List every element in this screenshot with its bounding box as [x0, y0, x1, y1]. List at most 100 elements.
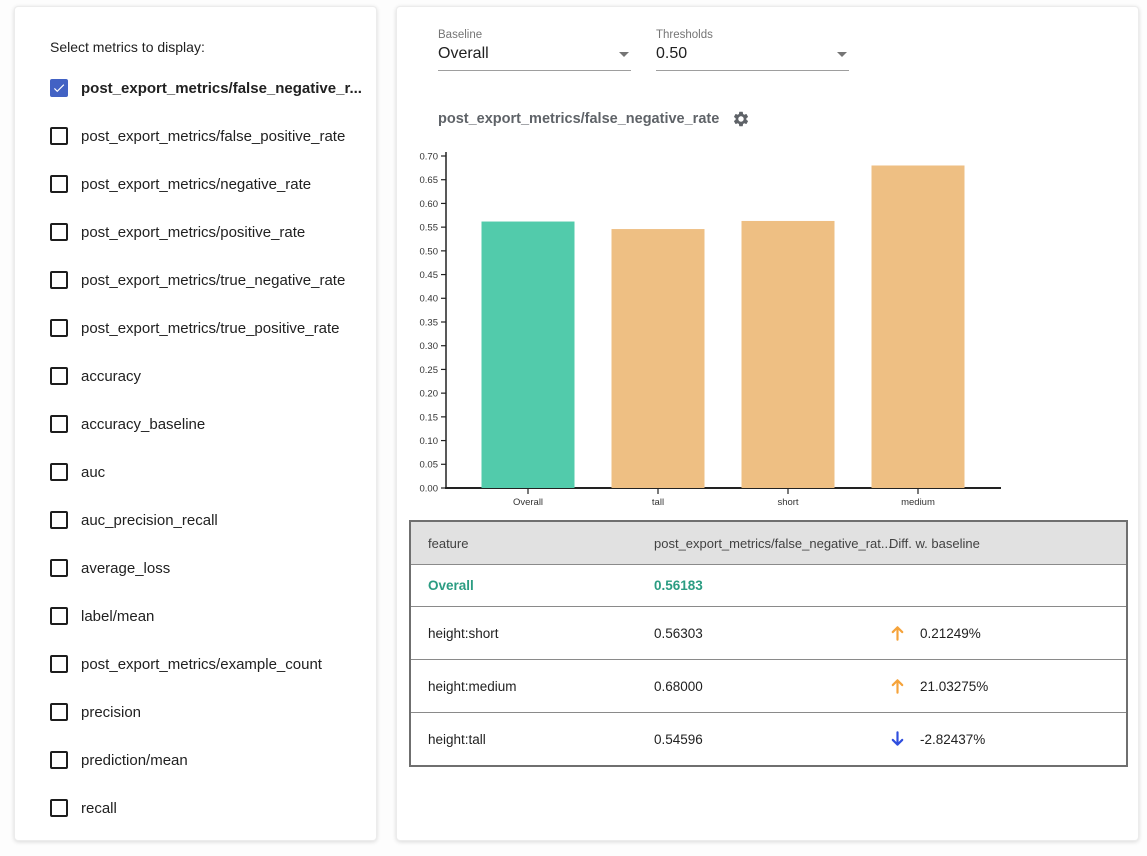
svg-text:0.60: 0.60: [420, 199, 439, 210]
chevron-down-icon: [619, 52, 629, 57]
metric-label: post_export_metrics/positive_rate: [81, 224, 305, 241]
feature-cell: height:medium: [411, 679, 654, 694]
svg-text:0.15: 0.15: [420, 412, 439, 423]
checkbox-unchecked-icon[interactable]: [50, 655, 68, 673]
diff-cell: 0.21249%: [889, 623, 1126, 643]
baseline-label: Baseline: [438, 29, 631, 41]
diff-value: 0.21249%: [920, 626, 981, 641]
svg-text:0.55: 0.55: [420, 223, 439, 234]
arrow-up-icon: [889, 676, 913, 696]
metric-value-cell: 0.56183: [654, 578, 889, 593]
svg-text:0.00: 0.00: [420, 483, 439, 494]
checkbox-unchecked-icon[interactable]: [50, 559, 68, 577]
table-row[interactable]: height:short0.563030.21249%: [411, 606, 1126, 659]
metric-label: recall: [81, 800, 117, 817]
metric-list: post_export_metrics/false_negative_r...p…: [50, 64, 366, 832]
checkbox-unchecked-icon[interactable]: [50, 463, 68, 481]
checkbox-unchecked-icon[interactable]: [50, 127, 68, 145]
metric-checkbox-item[interactable]: post_export_metrics/true_positive_rate: [50, 304, 366, 352]
checkbox-unchecked-icon[interactable]: [50, 511, 68, 529]
svg-text:0.05: 0.05: [420, 460, 439, 471]
bar-short[interactable]: [742, 221, 835, 488]
diff-value: 21.03275%: [920, 679, 988, 694]
fairness-results-panel: Baseline Overall Thresholds 0.50 post_ex…: [396, 6, 1139, 841]
baseline-dropdown[interactable]: Baseline Overall: [438, 29, 631, 71]
metric-checkbox-item[interactable]: label/mean: [50, 592, 366, 640]
metric-value-cell: 0.54596: [654, 732, 889, 747]
metric-checkbox-item[interactable]: post_export_metrics/negative_rate: [50, 160, 366, 208]
metric-checkbox-item[interactable]: prediction/mean: [50, 736, 366, 784]
table-row[interactable]: height:tall0.54596 -2.82437%: [411, 712, 1126, 765]
diff-cell: -2.82437%: [889, 729, 1126, 749]
metric-checkbox-item[interactable]: accuracy_baseline: [50, 400, 366, 448]
chevron-down-icon: [837, 52, 847, 57]
table-header-cell: post_export_metrics/false_negative_rat..…: [654, 536, 889, 551]
checkbox-unchecked-icon[interactable]: [50, 751, 68, 769]
metric-checkbox-item[interactable]: post_export_metrics/positive_rate: [50, 208, 366, 256]
checkbox-checked-icon[interactable]: [50, 79, 68, 97]
svg-text:0.45: 0.45: [420, 270, 439, 281]
metric-checkbox-item[interactable]: post_export_metrics/false_positive_rate: [50, 112, 366, 160]
svg-text:tall: tall: [652, 497, 664, 508]
svg-text:short: short: [777, 497, 798, 508]
metric-label: prediction/mean: [81, 752, 188, 769]
checkbox-unchecked-icon[interactable]: [50, 607, 68, 625]
metric-label: average_loss: [81, 560, 170, 577]
metric-checkbox-item[interactable]: post_export_metrics/example_count: [50, 640, 366, 688]
checkbox-unchecked-icon[interactable]: [50, 415, 68, 433]
table-header-row: featurepost_export_metrics/false_negativ…: [411, 522, 1126, 564]
checkbox-unchecked-icon[interactable]: [50, 367, 68, 385]
checkbox-unchecked-icon[interactable]: [50, 175, 68, 193]
checkbox-unchecked-icon[interactable]: [50, 271, 68, 289]
feature-cell: Overall: [411, 578, 654, 593]
svg-text:0.65: 0.65: [420, 175, 439, 186]
metric-label: post_export_metrics/example_count: [81, 656, 322, 673]
metric-checkbox-item[interactable]: auc: [50, 448, 366, 496]
metric-value-cell: 0.56303: [654, 626, 889, 641]
svg-text:0.20: 0.20: [420, 389, 439, 400]
bar-Overall[interactable]: [482, 222, 575, 488]
metric-label: accuracy: [81, 368, 141, 385]
thresholds-dropdown[interactable]: Thresholds 0.50: [656, 29, 849, 71]
metric-checkbox-item[interactable]: post_export_metrics/true_negative_rate: [50, 256, 366, 304]
metric-checkbox-item[interactable]: accuracy: [50, 352, 366, 400]
arrow-up-icon: [889, 623, 913, 643]
svg-text:0.70: 0.70: [420, 151, 439, 162]
bar-chart: 0.000.050.100.150.200.250.300.350.400.45…: [405, 149, 1105, 517]
svg-text:0.50: 0.50: [420, 246, 439, 257]
metric-select-panel: Select metrics to display: post_export_m…: [14, 6, 377, 841]
svg-text:0.10: 0.10: [420, 436, 439, 447]
metric-checkbox-item[interactable]: auc_precision_recall: [50, 496, 366, 544]
arrow-down-icon: [889, 729, 913, 749]
chart-header: post_export_metrics/false_negative_rate: [438, 110, 750, 128]
table-header-cell: feature: [411, 536, 654, 551]
metric-label: precision: [81, 704, 141, 721]
table-row[interactable]: height:medium0.6800021.03275%: [411, 659, 1126, 712]
checkbox-unchecked-icon[interactable]: [50, 223, 68, 241]
chart-title: post_export_metrics/false_negative_rate: [438, 111, 719, 127]
feature-cell: height:tall: [411, 732, 654, 747]
metric-label: post_export_metrics/true_negative_rate: [81, 272, 345, 289]
bar-tall[interactable]: [612, 229, 705, 488]
svg-text:0.40: 0.40: [420, 294, 439, 305]
bar-medium[interactable]: [872, 165, 965, 488]
metric-label: post_export_metrics/negative_rate: [81, 176, 311, 193]
metrics-table: featurepost_export_metrics/false_negativ…: [409, 520, 1128, 767]
baseline-value: Overall: [438, 45, 489, 63]
checkbox-unchecked-icon[interactable]: [50, 319, 68, 337]
metric-checkbox-item[interactable]: post_export_metrics/false_negative_r...: [50, 64, 366, 112]
svg-text:medium: medium: [901, 497, 935, 508]
diff-value: -2.82437%: [920, 732, 985, 747]
checkbox-unchecked-icon[interactable]: [50, 799, 68, 817]
checkbox-unchecked-icon[interactable]: [50, 703, 68, 721]
metric-label: post_export_metrics/false_positive_rate: [81, 128, 345, 145]
metric-checkbox-item[interactable]: recall: [50, 784, 366, 832]
thresholds-label: Thresholds: [656, 29, 849, 41]
metric-checkbox-item[interactable]: precision: [50, 688, 366, 736]
svg-text:0.30: 0.30: [420, 341, 439, 352]
table-row[interactable]: Overall0.56183: [411, 564, 1126, 606]
metric-label: post_export_metrics/false_negative_r...: [81, 80, 362, 97]
table-header-cell: Diff. w. baseline: [889, 536, 1126, 551]
metric-checkbox-item[interactable]: average_loss: [50, 544, 366, 592]
gear-icon[interactable]: [732, 110, 750, 128]
